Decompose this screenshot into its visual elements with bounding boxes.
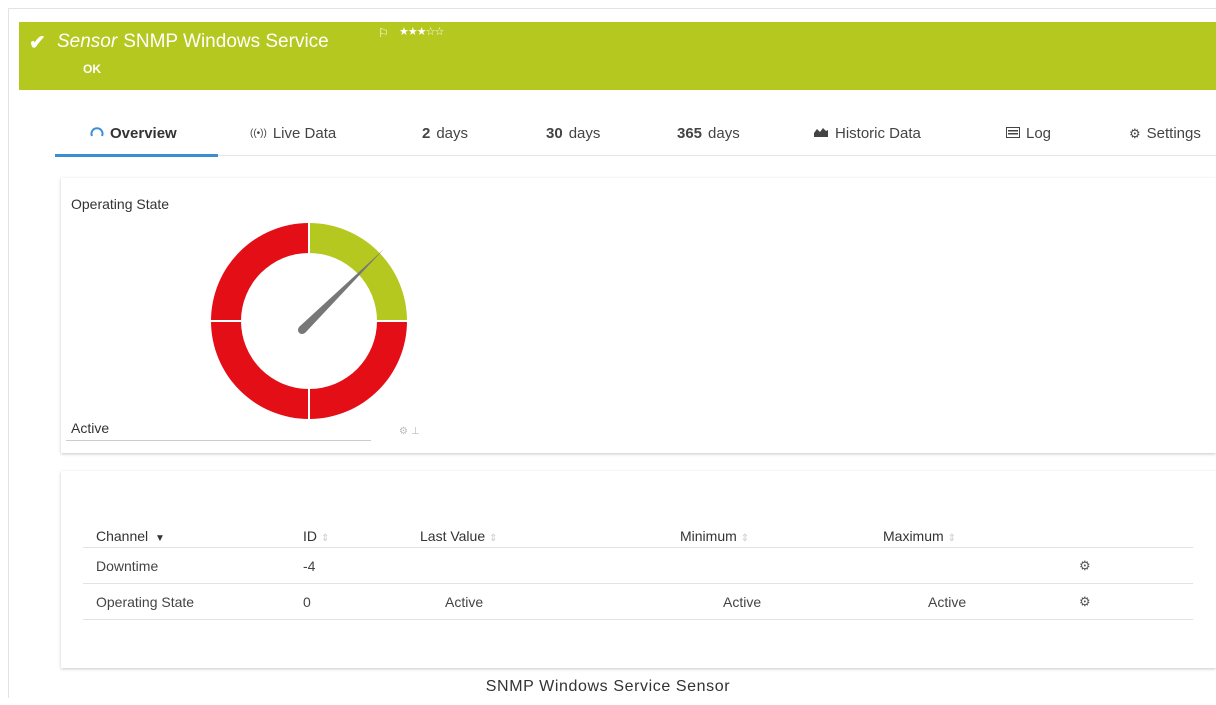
priority-stars[interactable]: ★★★☆☆: [399, 25, 444, 38]
tab-label: Overview: [110, 125, 177, 142]
cell-id: -4: [303, 558, 316, 574]
tab-label: days: [436, 125, 469, 142]
cell-channel[interactable]: Operating State: [96, 594, 194, 610]
column-label: Minimum: [680, 528, 737, 544]
figure-caption: SNMP Windows Service Sensor: [485, 678, 731, 695]
column-label: ID: [303, 528, 317, 544]
gauge-segment-error-left: [211, 223, 309, 321]
tab-label: Settings: [1146, 125, 1201, 142]
tab-label: Live Data: [272, 125, 337, 142]
sort-icon: ⇕: [740, 533, 750, 544]
cell-maximum: Active: [928, 594, 967, 610]
status-text: OK: [83, 62, 101, 76]
tab-overview[interactable]: Overview: [90, 125, 177, 142]
table-row[interactable]: Downtime -4 ⚙: [83, 548, 1193, 584]
gauge-value: Active: [71, 420, 110, 436]
cell-id: 0: [303, 594, 311, 610]
tab-number: 365: [677, 125, 703, 142]
cell-channel[interactable]: Downtime: [96, 558, 158, 574]
tab-bar: Overview ((•)) Live Data 2 days 30 days …: [55, 118, 1216, 157]
sort-icon: ⇕: [489, 533, 498, 544]
tab-label: days: [568, 125, 601, 142]
flag-icon[interactable]: ⚐: [378, 26, 389, 40]
gauge-segment-error-bottom: [211, 321, 309, 419]
sensor-kind: Sensor: [57, 31, 118, 52]
table-row[interactable]: Operating State 0 Active Active Active ⚙: [83, 584, 1193, 620]
tab-2-days[interactable]: 2 days: [422, 125, 468, 142]
log-icon: [1006, 126, 1020, 141]
tab-number: 2: [422, 125, 431, 142]
active-tab-indicator: [55, 154, 218, 157]
pin-icon[interactable]: ⊥: [411, 426, 423, 437]
sensor-name: SNMP Windows Service: [123, 31, 329, 52]
ok-check-icon: ✔: [29, 32, 46, 54]
gauge-title: Operating State: [71, 196, 170, 212]
column-header-id[interactable]: ID ⇕: [303, 528, 329, 544]
tab-live-data[interactable]: ((•)) Live Data: [250, 125, 336, 142]
column-label: Maximum: [883, 528, 944, 544]
sensor-title: Sensor SNMP Windows Service: [57, 31, 329, 53]
tab-label: days: [708, 125, 740, 142]
tab-30-days[interactable]: 30 days: [546, 125, 600, 142]
area-chart-icon: [813, 126, 829, 141]
tab-log[interactable]: Log: [1006, 125, 1051, 142]
channel-settings-icon[interactable]: ⚙: [1079, 558, 1091, 574]
sort-icon: ⇕: [321, 533, 330, 544]
column-header-last-value[interactable]: Last Value ⇕: [420, 528, 498, 544]
gauge-icon: [90, 126, 104, 141]
gear-icon: ⚙: [1129, 125, 1141, 141]
column-label: Last Value: [420, 528, 486, 544]
gauge-tools: ⚙⊥: [399, 426, 423, 437]
channel-settings-icon[interactable]: ⚙: [1079, 594, 1091, 610]
tab-settings[interactable]: ⚙ Settings: [1129, 125, 1201, 142]
cell-minimum: Active: [723, 594, 762, 610]
tab-365-days[interactable]: 365 days: [677, 125, 740, 142]
gauge-segment-error-right: [309, 321, 407, 419]
sort-icon: ⇕: [947, 533, 957, 544]
column-header-minimum[interactable]: Minimum ⇕: [680, 528, 749, 544]
tab-historic-data[interactable]: Historic Data: [813, 125, 921, 142]
column-header-maximum[interactable]: Maximum ⇕: [883, 528, 956, 544]
gauge-panel: Operating State Active ⚙⊥: [61, 178, 1216, 453]
gear-icon[interactable]: ⚙: [399, 426, 411, 437]
tab-label: Log: [1026, 125, 1052, 142]
sensor-header: ✔ Sensor SNMP Windows Service ⚐ ★★★☆☆ OK: [19, 22, 1216, 90]
live-data-icon: ((•)): [250, 128, 267, 139]
tab-number: 30: [546, 125, 563, 142]
channel-table-panel: Channel ▼ ID ⇕ Last Value ⇕ Minimum ⇕ Maxim…: [61, 471, 1216, 668]
sort-desc-icon: ▼: [155, 533, 165, 544]
gauge-divider: [66, 440, 371, 441]
column-header-channel[interactable]: Channel ▼: [96, 528, 165, 544]
column-label: Channel: [96, 528, 149, 544]
cell-last-value: Active: [445, 594, 484, 610]
operating-state-gauge: [211, 223, 407, 419]
tab-label: Historic Data: [835, 125, 921, 142]
